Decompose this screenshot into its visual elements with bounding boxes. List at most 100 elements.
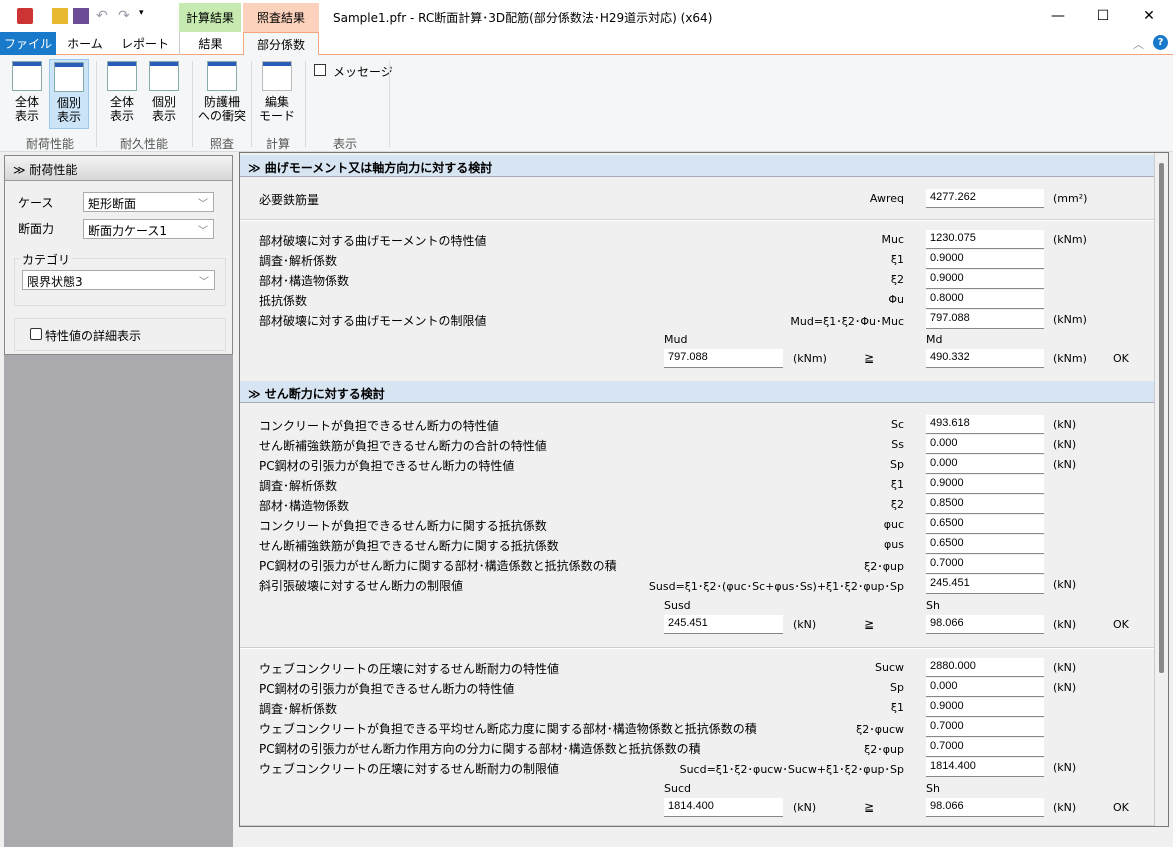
check-grid-icon: [107, 61, 137, 91]
ribbon-button-barrier-collision[interactable]: 防護柵 への衝突: [198, 59, 246, 129]
row-symbol: Sc: [890, 418, 904, 431]
compare-right-value[interactable]: 98.066: [926, 615, 1044, 634]
section-header[interactable]: ≫ 曲げモーメント又は軸方向力に対する検討: [240, 155, 1155, 177]
value-field[interactable]: 0.000: [926, 435, 1044, 454]
compare-right-label: Sh: [926, 599, 940, 612]
row-label: ウェブコンクリートが負担できる平均せん断応力度に関する部材･構造物係数と抵抗係数…: [259, 722, 757, 736]
row-label: コンクリートが負担できるせん断力の特性値: [259, 419, 499, 433]
title-bar: ↶ ↷ ▾ 計算結果 照査結果 Sample1.pfr - RC断面計算･3D配…: [0, 0, 1173, 32]
row-label: PC鋼材の引張力が負担できるせん断力の特性値: [259, 682, 515, 696]
detail-checkbox-label: 特性値の詳細表示: [45, 329, 142, 343]
unit-label: (kN): [1053, 661, 1077, 674]
value-field[interactable]: 0.6500: [926, 515, 1044, 534]
message-checkbox[interactable]: [314, 64, 326, 76]
compare-right-value[interactable]: 490.332: [926, 349, 1044, 368]
row-symbol: Sp: [890, 458, 904, 471]
value-field[interactable]: 0.9000: [926, 698, 1044, 717]
compare-right-unit: (kN): [1053, 618, 1077, 631]
compare-left-value[interactable]: 245.451: [664, 615, 783, 634]
tab-report[interactable]: レポート: [114, 32, 176, 55]
open-icon[interactable]: [52, 8, 68, 24]
force-value: 断面力ケース1: [88, 224, 168, 238]
category-select[interactable]: 限界状態3 ﹀: [22, 270, 215, 290]
minimize-button[interactable]: —: [1035, 0, 1081, 32]
compare-operator: ≧: [864, 617, 875, 631]
save-icon[interactable]: [73, 8, 89, 24]
value-field[interactable]: 0.6500: [926, 535, 1044, 554]
row-label: PC鋼材の引張力が負担できるせん断力の特性値: [259, 459, 515, 473]
value-field[interactable]: 4277.262: [926, 189, 1044, 208]
value-field[interactable]: 0.000: [926, 455, 1044, 474]
row-symbol: Ss: [891, 438, 904, 451]
close-button[interactable]: ✕: [1126, 0, 1172, 32]
ribbon-button-overall-load[interactable]: 全体 表示: [7, 59, 47, 129]
maximize-button[interactable]: ☐: [1080, 0, 1126, 32]
value-field[interactable]: 1230.075: [926, 230, 1044, 249]
row-label: 部材破壊に対する曲げモーメントの特性値: [259, 234, 487, 248]
compare-left-value[interactable]: 1814.400: [664, 798, 783, 817]
value-field[interactable]: 0.9000: [926, 475, 1044, 494]
value-field[interactable]: 0.7000: [926, 718, 1044, 737]
section-title: 曲げモーメント又は軸方向力に対する検討: [264, 161, 493, 175]
collapse-ribbon-icon[interactable]: ︿: [1133, 36, 1144, 52]
row-symbol: Sucd=ξ1･ξ2･φucw･Sucw+ξ1･ξ2･φup･Sp: [679, 763, 904, 776]
tab-result[interactable]: 結果: [179, 32, 241, 55]
compare-operator: ≧: [864, 351, 875, 365]
value-field[interactable]: 493.618: [926, 415, 1044, 434]
customize-dropdown-icon[interactable]: ▾: [139, 8, 155, 24]
unit-label: (mm²): [1053, 192, 1088, 205]
unit-label: (kN): [1053, 681, 1077, 694]
undo-icon[interactable]: ↶: [96, 8, 112, 24]
value-field[interactable]: 0.7000: [926, 738, 1044, 757]
row-symbol: Susd=ξ1･ξ2･(φuc･Sc+φus･Ss)+ξ1･ξ2･φup･Sp: [648, 580, 904, 593]
compare-right-label: Md: [926, 333, 943, 346]
check-result: OK: [1113, 352, 1129, 365]
tab-file[interactable]: ファイル: [0, 32, 56, 55]
row-label: 調査･解析係数: [259, 702, 338, 716]
results-panel: ≫ 曲げモーメント又は軸方向力に対する検討 必要鉄筋量 Awreq 4277.262 (…: [239, 152, 1169, 827]
value-field[interactable]: 0.9000: [926, 270, 1044, 289]
compare-right-value[interactable]: 98.066: [926, 798, 1044, 817]
compare-left-value[interactable]: 797.088: [664, 349, 783, 368]
row-label: 抵抗係数: [259, 294, 308, 308]
value-field[interactable]: 0.000: [926, 678, 1044, 697]
row-symbol: ξ2: [890, 273, 904, 286]
button-label: 編集: [264, 95, 289, 109]
value-field[interactable]: 0.7000: [926, 555, 1044, 574]
row-label: 必要鉄筋量: [259, 193, 320, 207]
ribbon-button-individual-durability[interactable]: 個別 表示: [144, 59, 184, 129]
collapse-chevron-icon: ≫: [13, 163, 30, 177]
row-symbol: ξ2: [890, 498, 904, 511]
ribbon-button-edit-mode[interactable]: 編集 モード: [257, 59, 297, 129]
check-result: OK: [1113, 801, 1129, 814]
ribbon-button-overall-durability[interactable]: 全体 表示: [102, 59, 142, 129]
context-tab-calc: 計算結果: [179, 3, 241, 32]
value-field[interactable]: 1814.400: [926, 758, 1044, 777]
row-label: コンクリートが負担できるせん断力に関する抵抗係数: [259, 519, 547, 533]
row-symbol: Sp: [890, 681, 904, 694]
compare-left-unit: (kN): [793, 801, 817, 814]
scrollbar-thumb[interactable]: [1159, 163, 1164, 673]
section-header[interactable]: ≫ せん断力に対する検討: [240, 381, 1155, 403]
value-field[interactable]: 2880.000: [926, 658, 1044, 677]
unit-label: (kNm): [1053, 233, 1087, 246]
vertical-scrollbar[interactable]: [1154, 153, 1168, 826]
value-field[interactable]: 245.451: [926, 575, 1044, 594]
unit-label: (kN): [1053, 578, 1077, 591]
case-select[interactable]: 矩形断面 ﹀: [83, 192, 214, 212]
tab-partial-factor[interactable]: 部分係数: [243, 32, 319, 56]
compare-left-label: Susd: [664, 599, 691, 612]
value-field[interactable]: 0.9000: [926, 250, 1044, 269]
ribbon-button-individual-load[interactable]: 個別 表示: [49, 59, 89, 129]
value-field[interactable]: 0.8500: [926, 495, 1044, 514]
value-field[interactable]: 797.088: [926, 310, 1044, 329]
panel-header[interactable]: ≫ 耐荷性能: [5, 156, 232, 181]
value-field[interactable]: 0.8000: [926, 290, 1044, 309]
force-select[interactable]: 断面力ケース1 ﹀: [83, 219, 214, 239]
row-symbol: φus: [884, 538, 904, 551]
redo-icon[interactable]: ↷: [118, 8, 134, 24]
unit-label: (kNm): [1053, 313, 1087, 326]
detail-checkbox[interactable]: [30, 328, 42, 340]
help-icon[interactable]: ?: [1153, 35, 1168, 50]
tab-home[interactable]: ホーム: [56, 32, 114, 55]
